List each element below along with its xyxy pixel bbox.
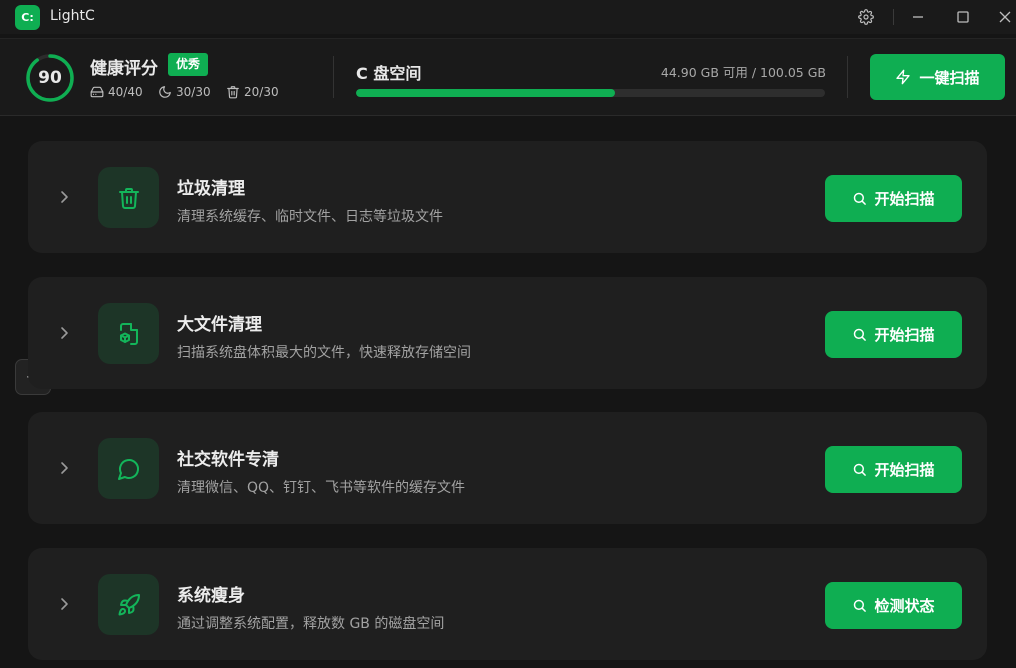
maximize-button[interactable] <box>951 5 975 29</box>
quick-scan-button[interactable]: 一键扫描 <box>870 54 1005 100</box>
card-description: 扫描系统盘体积最大的文件，快速释放存储空间 <box>177 345 471 361</box>
close-button[interactable] <box>993 5 1016 29</box>
card-icon-box <box>98 167 159 228</box>
disk-usage-fill <box>356 89 615 97</box>
titlebar-divider <box>893 9 894 25</box>
start-scan-button[interactable]: 开始扫描 <box>825 446 962 493</box>
header-divider <box>847 56 848 98</box>
health-score-ring: 90 <box>25 53 75 103</box>
health-status-badge: 优秀 <box>168 53 209 76</box>
moon-icon <box>159 86 171 98</box>
app-title: LightC <box>50 8 95 24</box>
check-status-label: 检测状态 <box>874 597 935 615</box>
start-scan-label: 开始扫描 <box>874 461 935 479</box>
stat-drive-value: 40/40 <box>108 85 143 99</box>
card-description: 通过调整系统配置，释放数 GB 的磁盘空间 <box>177 616 445 632</box>
stat-trash-value: 20/30 <box>244 85 279 99</box>
rocket-icon <box>118 593 140 615</box>
chevron-right-icon[interactable] <box>56 460 72 476</box>
search-icon <box>854 599 867 612</box>
maximize-icon <box>957 11 969 23</box>
disk-usage-bar <box>356 89 825 97</box>
disk-title: C 盘空间 <box>356 64 422 83</box>
card-title: 大文件清理 <box>177 315 262 335</box>
minimize-button[interactable] <box>906 5 930 29</box>
search-icon <box>854 328 867 341</box>
card-icon-box <box>98 303 159 364</box>
search-icon <box>854 192 867 205</box>
search-icon <box>854 463 867 476</box>
stat-moon-value: 30/30 <box>176 85 211 99</box>
health-score-value: 90 <box>38 68 62 88</box>
card-icon-box <box>98 574 159 635</box>
stat-moon: 30/30 <box>158 85 211 99</box>
lightning-icon <box>896 69 911 85</box>
start-scan-button[interactable]: 开始扫描 <box>825 175 962 222</box>
quick-scan-label: 一键扫描 <box>919 68 980 87</box>
card-title: 垃圾清理 <box>177 179 245 199</box>
card-social-apps: 社交软件专清 清理微信、QQ、钉钉、飞书等软件的缓存文件 开始扫描 <box>28 412 987 524</box>
card-description: 清理微信、QQ、钉钉、飞书等软件的缓存文件 <box>177 480 466 496</box>
gear-icon <box>858 9 874 25</box>
card-system-slim: 系统瘦身 通过调整系统配置，释放数 GB 的磁盘空间 检测状态 <box>28 548 987 660</box>
chat-bubble-icon <box>117 458 139 480</box>
check-status-button[interactable]: 检测状态 <box>825 582 962 629</box>
title-bar: C: LightC <box>0 0 1016 34</box>
minimize-icon <box>913 16 923 18</box>
app-logo: C: <box>15 5 40 30</box>
status-header: 90 健康评分 优秀 40/40 30/30 20/30 C 盘空间 44.90… <box>0 38 1016 116</box>
header-divider <box>333 56 334 98</box>
disk-usage-text: 44.90 GB 可用 / 100.05 GB <box>660 65 826 80</box>
stat-drive: 40/40 <box>90 85 143 99</box>
chevron-right-icon[interactable] <box>56 325 72 341</box>
close-icon <box>999 11 1011 23</box>
trash-icon <box>118 187 139 209</box>
card-title: 系统瘦身 <box>177 586 245 606</box>
card-title: 社交软件专清 <box>177 450 279 470</box>
trash-icon <box>227 86 239 99</box>
health-score-title: 健康评分 <box>90 59 158 79</box>
file-box-icon <box>119 322 138 345</box>
start-scan-button[interactable]: 开始扫描 <box>825 311 962 358</box>
start-scan-label: 开始扫描 <box>874 190 935 208</box>
card-icon-box <box>98 438 159 499</box>
chevron-right-icon[interactable] <box>56 189 72 205</box>
start-scan-label: 开始扫描 <box>874 326 935 344</box>
stat-trash: 20/30 <box>226 85 279 99</box>
settings-button[interactable] <box>854 5 878 29</box>
card-description: 清理系统缓存、临时文件、日志等垃圾文件 <box>177 209 443 225</box>
card-junk-clean: 垃圾清理 清理系统缓存、临时文件、日志等垃圾文件 开始扫描 <box>28 141 987 253</box>
drive-icon <box>90 86 104 98</box>
chevron-right-icon[interactable] <box>56 596 72 612</box>
card-large-files: 大文件清理 扫描系统盘体积最大的文件，快速释放存储空间 开始扫描 <box>28 277 987 389</box>
